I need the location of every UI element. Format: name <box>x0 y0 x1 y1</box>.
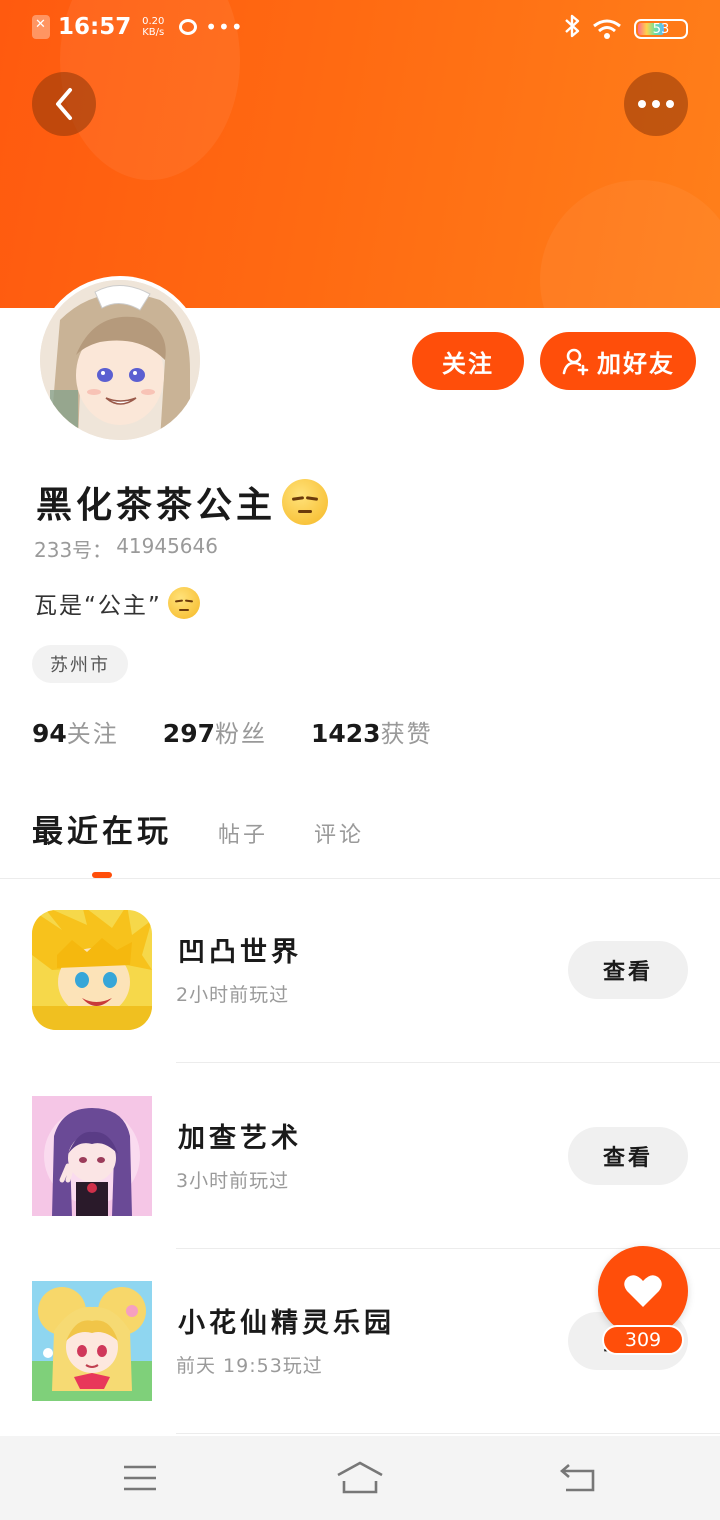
stat-likes: 1423获赞 <box>311 714 433 749</box>
last-played-time: 3小时前玩过 <box>176 1170 290 1192</box>
view-button[interactable]: 查看 <box>568 1127 688 1185</box>
game-icon <box>32 1281 152 1401</box>
more-options-button[interactable] <box>624 72 688 136</box>
username: 黑化茶茶公主 <box>36 485 277 526</box>
wifi-icon <box>592 18 622 40</box>
system-nav-bar <box>0 1436 720 1520</box>
stat-label: 获赞 <box>380 720 433 748</box>
heart-icon <box>624 1275 662 1307</box>
unamused-face-icon <box>282 479 329 525</box>
more-notifications-icon: ••• <box>205 15 244 39</box>
tab-posts[interactable]: 帖子 <box>218 817 268 849</box>
user-id: 233号： 41945646 <box>34 534 218 563</box>
nav-return-button[interactable] <box>548 1456 608 1500</box>
add-user-icon <box>562 348 589 376</box>
game-name: 加查艺术 <box>178 1123 302 1154</box>
last-played-time: 2小时前玩过 <box>176 984 290 1006</box>
profile-tabs: 最近在玩 帖子 评论 <box>32 806 364 851</box>
nav-menu-button[interactable] <box>110 1456 170 1500</box>
game-name: 小花仙精灵乐园 <box>178 1308 395 1339</box>
avatar[interactable] <box>36 276 204 444</box>
more-dots-icon <box>638 100 674 108</box>
chevron-left-icon <box>56 88 72 120</box>
game-icon <box>32 1096 152 1216</box>
username-row: 黑化茶茶公主 <box>36 476 329 528</box>
add-friend-button[interactable]: 加好友 <box>540 332 696 390</box>
return-icon <box>560 1464 595 1492</box>
avatar-image <box>40 280 200 440</box>
divider <box>176 1062 720 1063</box>
stat-number: 297 <box>162 719 215 748</box>
no-sim-icon <box>32 15 50 39</box>
battery-icon: 53 <box>634 19 688 39</box>
banner-decoration <box>540 180 720 308</box>
back-button[interactable] <box>32 72 96 136</box>
stat-followers[interactable]: 297粉丝 <box>163 714 267 749</box>
uid-label: 233号： <box>34 538 113 562</box>
follow-label: 关注 <box>442 349 494 378</box>
net-speed-value: 0.20 <box>142 16 165 27</box>
stat-label: 关注 <box>66 720 119 748</box>
battery-level: 53 <box>652 21 670 37</box>
bio-text: 瓦是“公主” <box>34 593 162 619</box>
location-text: 苏州市 <box>50 655 110 676</box>
menu-icon <box>124 1465 156 1491</box>
like-button[interactable] <box>598 1246 688 1336</box>
bluetooth-icon <box>564 14 580 44</box>
stat-number: 94 <box>32 719 67 748</box>
last-played-time: 前天 19:53玩过 <box>176 1355 323 1377</box>
status-bar: 16:57 0.20 KB/s ••• 53 <box>0 0 720 56</box>
list-item[interactable]: 加查艺术 3小时前玩过 查看 <box>0 1096 720 1282</box>
list-item[interactable]: 凹凸世界 2小时前玩过 查看 <box>0 910 720 1096</box>
view-button[interactable]: 查看 <box>568 941 688 999</box>
home-icon <box>337 1461 383 1494</box>
tab-comments[interactable]: 评论 <box>314 817 364 849</box>
nav-home-button[interactable] <box>330 1456 390 1500</box>
stats-row: 94关注 297粉丝 1423获赞 <box>32 714 433 749</box>
net-speed-unit: KB/s <box>142 27 165 38</box>
divider <box>176 1433 720 1434</box>
like-count: 309 <box>602 1325 684 1355</box>
add-friend-label: 加好友 <box>597 349 675 378</box>
unamused-face-icon <box>167 587 200 619</box>
tab-recently-played[interactable]: 最近在玩 <box>32 806 172 851</box>
stat-following[interactable]: 94关注 <box>32 714 119 749</box>
uid-value: 41945646 <box>116 534 218 558</box>
stat-label: 粉丝 <box>214 720 267 748</box>
stat-number: 1423 <box>310 719 381 748</box>
game-icon <box>32 910 152 1030</box>
location-tag: 苏州市 <box>32 645 128 683</box>
net-speed: 0.20 KB/s <box>139 16 167 38</box>
game-name: 凹凸世界 <box>178 937 302 968</box>
follow-button[interactable]: 关注 <box>412 332 524 390</box>
divider <box>0 878 720 879</box>
bio: 瓦是“公主” <box>34 586 200 620</box>
status-time: 16:57 <box>58 14 132 40</box>
message-notification-icon <box>179 19 198 35</box>
